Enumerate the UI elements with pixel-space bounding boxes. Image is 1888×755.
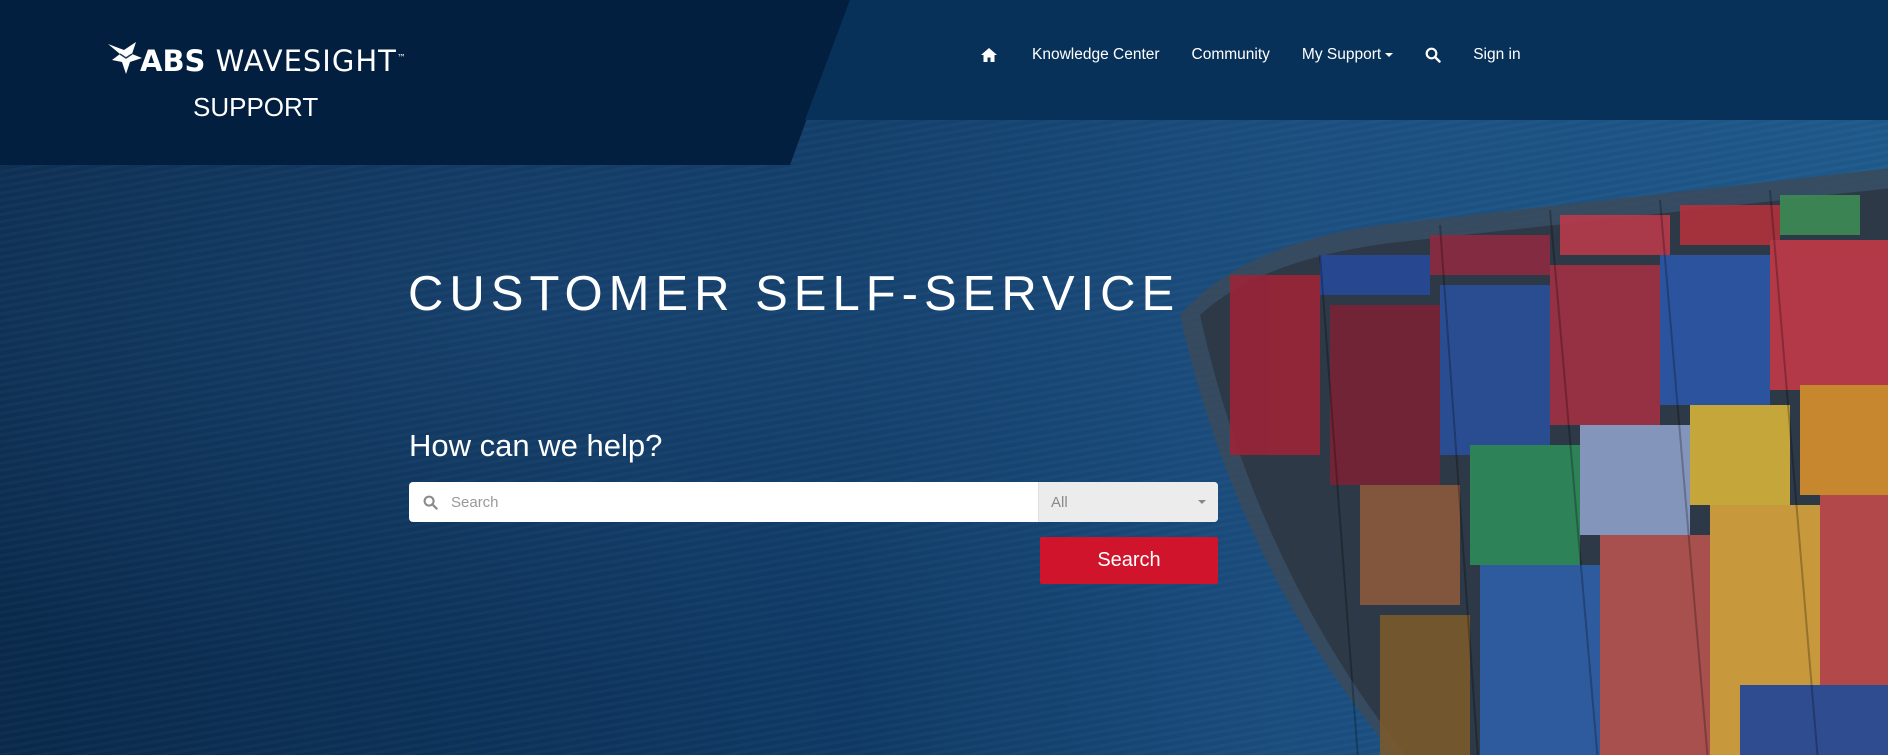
nav-community[interactable]: Community bbox=[1192, 46, 1270, 64]
search-input[interactable] bbox=[451, 482, 1038, 522]
support-label: SUPPORT bbox=[193, 92, 319, 122]
nav-my-support-label: My Support bbox=[1301, 46, 1382, 63]
search-bar: All bbox=[409, 482, 1218, 522]
brand-name: ABS WAVESIGHT™ bbox=[140, 44, 407, 78]
search-icon bbox=[423, 495, 438, 510]
page-title: CUSTOMER SELF-SERVICE bbox=[408, 267, 1181, 321]
brand-trademark: ™ bbox=[396, 53, 407, 64]
help-heading: How can we help? bbox=[409, 428, 663, 463]
chevron-down-icon bbox=[1198, 500, 1206, 504]
logo-panel bbox=[0, 0, 850, 165]
nav-sign-in[interactable]: Sign in bbox=[1473, 46, 1520, 64]
home-icon bbox=[981, 48, 997, 62]
search-scope-value: All bbox=[1051, 493, 1068, 511]
search-icon bbox=[1425, 47, 1441, 63]
nav-search[interactable] bbox=[1425, 47, 1441, 63]
chevron-down-icon bbox=[1385, 53, 1394, 57]
nav-knowledge-center[interactable]: Knowledge Center bbox=[1032, 46, 1160, 64]
container-ship-image bbox=[1180, 165, 1888, 755]
search-button[interactable]: Search bbox=[1040, 537, 1218, 584]
brand-wavesight: WAVESIGHT bbox=[215, 44, 397, 78]
search-scope-select[interactable]: All bbox=[1038, 482, 1218, 522]
search-field-icon-wrap bbox=[409, 482, 451, 522]
nav-home[interactable] bbox=[980, 47, 998, 63]
brand-abs: ABS bbox=[140, 44, 206, 78]
main-nav: Knowledge Center Community My Support Si… bbox=[980, 46, 1553, 64]
nav-my-support[interactable]: My Support bbox=[1301, 46, 1394, 64]
